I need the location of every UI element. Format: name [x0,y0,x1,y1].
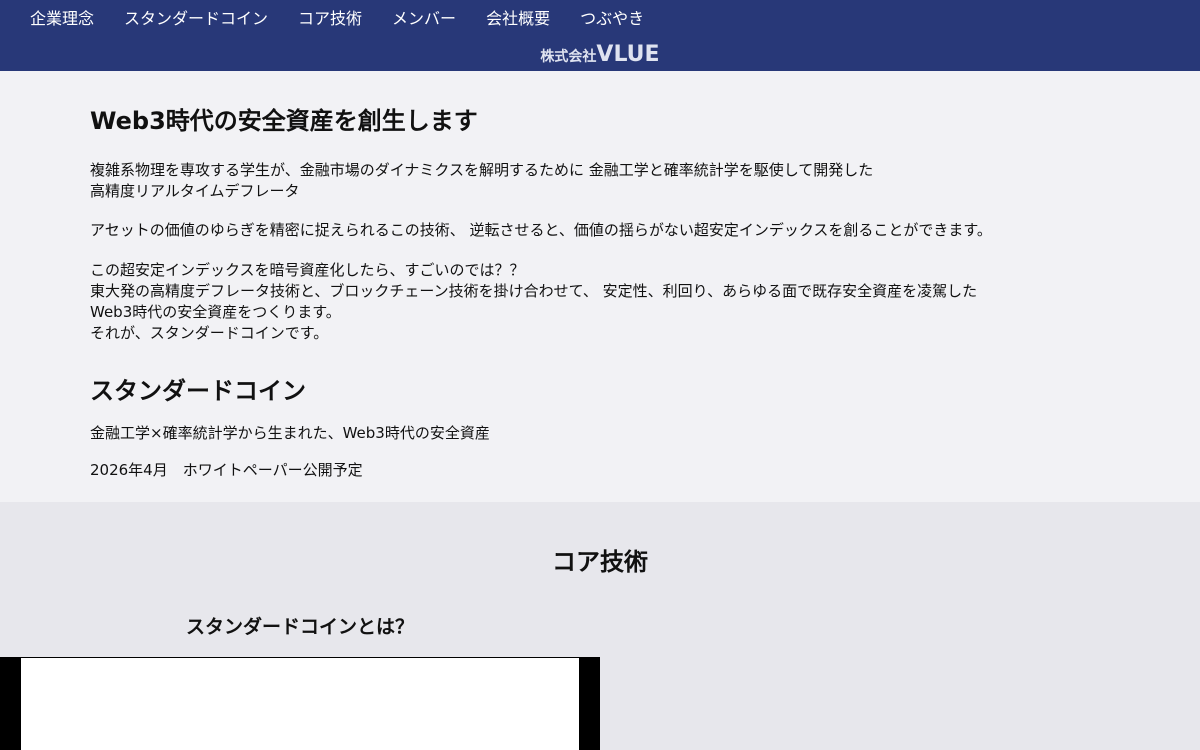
site-header: 企業理念 スタンダードコイン コア技術 メンバー 会社概要 つぶやき 株式会社V… [0,0,1200,71]
main-nav: 企業理念 スタンダードコイン コア技術 メンバー 会社概要 つぶやき [30,8,644,30]
paragraph-line: 金融工学×確率統計学から生まれた、Web3時代の安全資産 [90,424,490,442]
nav-link-company[interactable]: 会社概要 [486,8,550,30]
nav-link-standard-coin[interactable]: スタンダードコイン [124,8,268,30]
core-tech-subtitle: スタンダードコインとは？ [185,616,414,638]
philosophy-paragraph-3: この超安定インデックスを暗号資産化したら、すごいのでは？？ 東大発の高精度デフレ… [90,260,977,344]
paragraph-line: 複雑系物理を専攻する学生が、金融市場のダイナミクスを解明するために 金融工学と確… [90,161,874,179]
whitepaper-schedule: 2026年4月 ホワイトペーパー公開予定 [90,460,363,481]
brand-prefix: 株式会社 [540,49,597,65]
standard-coin-title: スタンダードコイン [90,377,306,405]
philosophy-title: Web3時代の安全資産を創生します [90,107,478,135]
nav-link-core-tech[interactable]: コア技術 [298,8,362,30]
standard-coin-tagline: 金融工学×確率統計学から生まれた、Web3時代の安全資産 [90,423,490,444]
core-tech-title: コア技術 [552,548,648,576]
nav-link-members[interactable]: メンバー [392,8,456,30]
paragraph-line: 2026年4月 ホワイトペーパー公開予定 [90,461,363,479]
nav-link-philosophy[interactable]: 企業理念 [30,8,94,30]
paragraph-line: それが、スタンダードコインです。 [90,324,329,342]
brand-logo[interactable]: 株式会社VLUE [0,40,1200,72]
philosophy-section: Web3時代の安全資産を創生します 複雑系物理を専攻する学生が、金融市場のダイナ… [0,71,1200,502]
video-screen[interactable] [21,658,579,750]
core-tech-section: コア技術 スタンダードコインとは？ [0,502,1200,750]
philosophy-paragraph-2: アセットの価値のゆらぎを精密に捉えられるこの技術、 逆転させると、価値の揺らがな… [90,220,992,241]
paragraph-line: アセットの価値のゆらぎを精密に捉えられるこの技術、 逆転させると、価値の揺らがな… [90,221,992,239]
nav-link-tweets[interactable]: つぶやき [580,8,644,30]
brand-name: VLUE [596,42,660,67]
philosophy-paragraph-1: 複雑系物理を専攻する学生が、金融市場のダイナミクスを解明するために 金融工学と確… [90,160,873,202]
paragraph-line: この超安定インデックスを暗号資産化したら、すごいのでは？？ [90,261,525,279]
paragraph-line: 東大発の高精度デフレータ技術と、ブロックチェーン技術を掛け合わせて、 安定性、利… [90,282,978,300]
paragraph-line: Web3時代の安全資産をつくります。 [90,303,341,321]
paragraph-line: 高精度リアルタイムデフレータ [90,182,300,200]
video-embed[interactable] [0,657,600,750]
